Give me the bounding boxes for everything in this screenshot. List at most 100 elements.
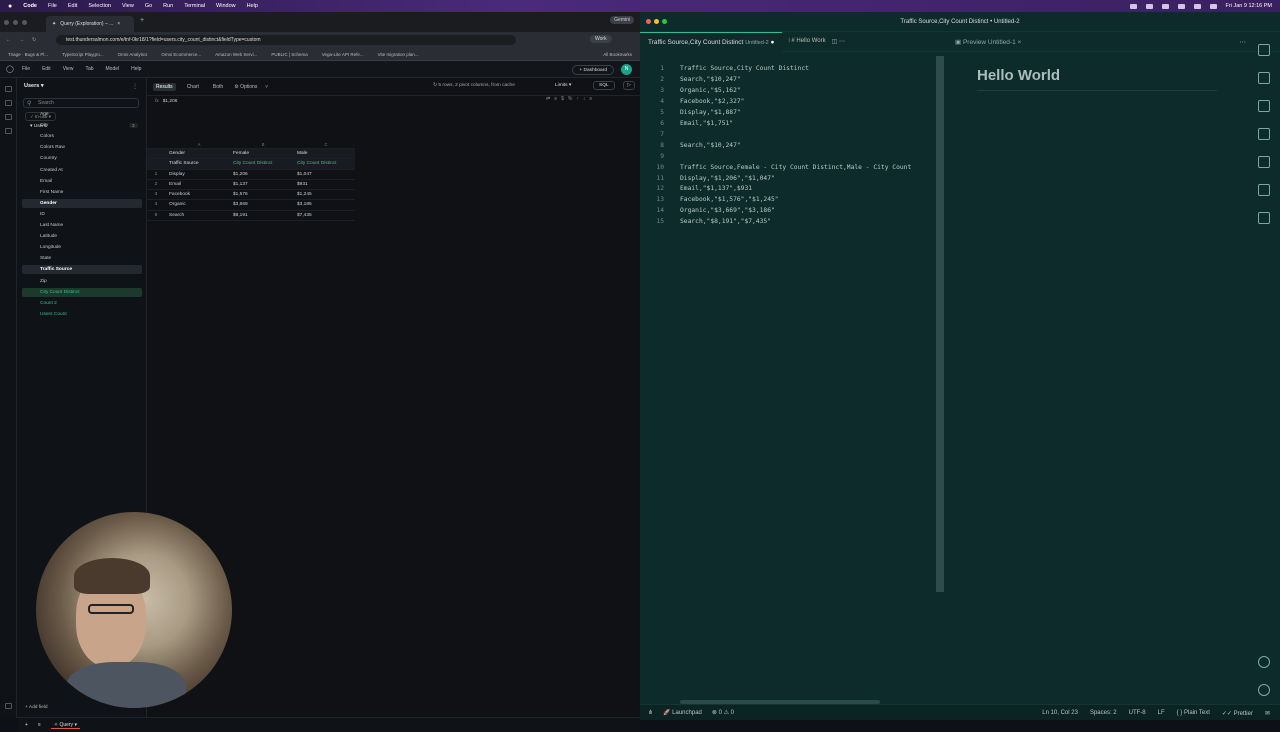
fields-icon[interactable] [5,100,12,106]
close-window-icon[interactable] [4,19,9,25]
filter-icon[interactable]: ▿ [265,84,268,90]
language-mode[interactable]: { } Plain Text [1177,710,1210,716]
menu-selection[interactable]: Selection [88,3,111,9]
table-cell[interactable]: Display [165,170,229,179]
pivot-value[interactable]: Female [229,149,293,158]
settings-icon[interactable] [5,128,12,134]
menu-app-name[interactable]: Code [23,3,37,9]
code-line[interactable]: Organic,"$5,162" [680,87,741,94]
field-item[interactable]: State [22,254,142,263]
column-header[interactable]: City Count Distinct [229,159,293,168]
menu-help[interactable]: Help [247,3,258,9]
field-item[interactable]: Count 2 [22,299,142,308]
browser-tab[interactable]: ✦ Query (Exploration) – ... × [46,16,134,32]
editor-scrollbar[interactable] [936,56,944,592]
menu-go[interactable]: Go [145,3,152,9]
bookmark-item[interactable]: Vite migration plan... [378,52,419,57]
formatter[interactable]: ✓✓ Prettier [1222,710,1253,717]
field-item[interactable]: Gender [22,198,142,208]
menu-terminal[interactable]: Terminal [184,3,205,9]
code-line[interactable]: Organic,"$3,669","$3,186" [680,207,775,214]
field-item[interactable]: Users Count [22,310,142,319]
code-line[interactable]: Search,"$10,247" [680,142,741,149]
encoding[interactable]: UTF-8 [1129,710,1146,716]
add-tab-icon[interactable]: + [25,722,28,728]
code-line[interactable]: Search,"$10,247" [680,76,741,83]
field-item[interactable]: Last Name [22,221,142,230]
table-cell[interactable]: Search [165,211,229,220]
pivot-value[interactable]: Male [293,149,355,158]
run-query-icon[interactable]: ▷ [623,81,635,90]
bookmark-all[interactable]: All Bookmarks [603,52,632,57]
menu-window[interactable]: Window [216,3,236,9]
more-options-icon[interactable]: ⋮ [132,83,138,90]
options-button[interactable]: ⚙ Options [234,84,257,90]
bookmark-item[interactable]: Omni Ecommerce... [161,52,201,57]
status-icon[interactable] [1161,3,1169,9]
app-menu-tab[interactable]: Tab [85,66,93,72]
field-item[interactable]: Colors Raw [22,143,142,152]
profile-button[interactable]: Work [590,35,612,43]
menu-edit[interactable]: Edit [68,3,77,9]
topic-selector[interactable]: Users ▾ [24,83,44,89]
search-icon[interactable] [1258,72,1270,84]
bookmark-item[interactable]: TypeScript Playgro... [62,52,104,57]
menu-view[interactable]: View [122,3,134,9]
status-icon[interactable] [1145,3,1153,9]
more-actions-icon[interactable]: ⋯ [1240,38,1247,46]
tab-untitled-2[interactable]: Traffic Source,City Count Distinct Untit… [640,31,783,52]
search-icon[interactable] [1209,3,1217,9]
field-item[interactable]: Created At [22,166,142,175]
extensions-icon[interactable] [1258,156,1270,168]
minimize-window-icon[interactable] [654,19,659,24]
app-menu-edit[interactable]: Edit [42,66,51,72]
code-line[interactable]: Display,"$1,887" [680,109,741,116]
wifi-icon[interactable] [1193,3,1201,9]
battery-icon[interactable] [1177,3,1185,9]
tab-results[interactable]: Results [153,82,176,91]
explorer-icon[interactable] [1258,44,1270,56]
table-cell[interactable]: $1,137 [229,180,293,189]
remote-indicator-icon[interactable]: ⋔ [648,709,653,716]
add-field-button[interactable]: + Add field [25,705,48,710]
field-item[interactable]: Longitude [22,243,142,252]
gear-icon[interactable] [1258,684,1270,696]
field-item[interactable]: Colors [22,132,142,141]
app-menu-help[interactable]: Help [131,66,141,72]
menu-file[interactable]: File [48,3,57,9]
code-line[interactable]: Traffic Source,Female - City Count Disti… [680,164,911,171]
indentation[interactable]: Spaces: 2 [1090,710,1117,716]
new-tab-icon[interactable]: + [140,17,144,24]
cursor-position[interactable]: Ln 10, Col 23 [1042,710,1078,716]
field-item[interactable]: First Name [22,188,142,197]
field-item[interactable]: Traffic Source [22,265,142,275]
code-editor[interactable]: 1 Traffic Source,City Count Distinct 2 Sear… [640,56,940,696]
column-header[interactable]: City Count Distinct [293,159,355,168]
back-icon[interactable]: ← [6,37,11,43]
table-icon[interactable] [5,114,12,120]
table-cell[interactable]: $8,191 [229,211,293,220]
line-ending[interactable]: LF [1158,710,1165,716]
code-line[interactable]: Email,"$1,751" [680,120,733,127]
menu-run[interactable]: Run [163,3,173,9]
field-item[interactable]: ID [22,210,142,219]
zoom-window-icon[interactable] [662,19,667,24]
remote-icon[interactable] [1258,184,1270,196]
workbook-icon[interactable] [5,86,12,92]
sql-button[interactable]: SQL [593,81,615,90]
bookmark-item[interactable]: Amazon Web Servi... [215,52,257,57]
status-icon[interactable] [1129,3,1137,9]
omni-logo-icon[interactable]: ◯ [6,65,14,73]
field-item[interactable]: City [22,121,142,130]
bookmark-item[interactable]: Vega-Lite API Refe... [322,52,364,57]
field-item[interactable]: Zip [22,277,142,286]
field-item[interactable]: City Count Distinct [22,287,142,297]
minimize-window-icon[interactable] [13,19,18,25]
tab-chart[interactable]: Chart [184,83,202,91]
limits-button[interactable]: Limits ▾ [555,83,571,88]
url-input[interactable]: test.thundersalmon.com/e/tnf-0kr18/1?fie… [56,35,516,45]
app-menu-model[interactable]: Model [106,66,120,72]
tab-preview[interactable]: ▣ Preview Untitled-1 × [955,38,1021,46]
tab-hello-work[interactable]: ⧙ # Hello Work [782,38,831,45]
notifications-icon[interactable]: ✉ [1265,710,1270,717]
